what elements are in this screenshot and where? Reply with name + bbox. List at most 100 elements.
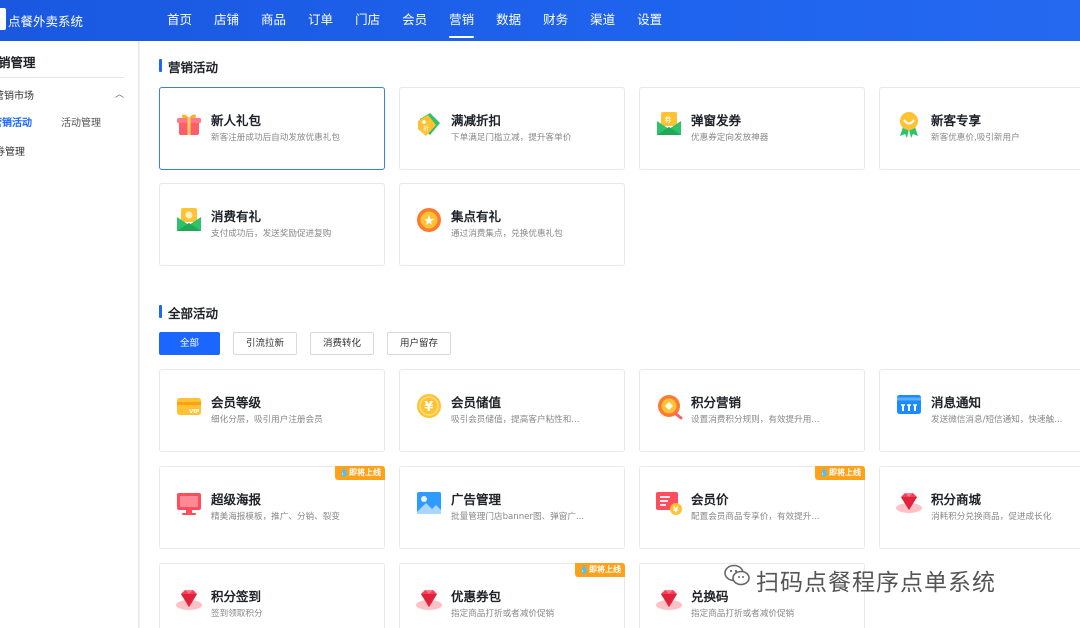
gem-icon <box>894 488 924 518</box>
reward-envelope-icon <box>174 205 204 235</box>
watermark-text: 扫码点餐程序点单系统 <box>756 570 996 596</box>
sidebar: 销管理 营销市场 ︿ 营销活动 活动管理 券管理 <box>0 41 139 628</box>
new-customer-badge-icon <box>894 109 924 139</box>
coupon-envelope-icon: 券 <box>654 109 684 139</box>
card-title: 弹窗发券 <box>691 113 742 128</box>
coming-soon-badge: 💧即将上线 <box>815 466 865 480</box>
wechat-icon <box>722 560 752 590</box>
card-description: 新客优惠价,吸引新用户 <box>931 133 1020 143</box>
section-title-all-activities: 全部活动 <box>159 303 218 322</box>
coming-soon-badge: 💧即将上线 <box>575 563 625 577</box>
vip-card-icon: VIP <box>174 391 204 421</box>
card-title: 新客专享 <box>931 113 982 128</box>
card-description: 发送微信消息/短信通知，快速触... <box>931 415 1063 425</box>
nav-item-settings[interactable]: 设置 <box>626 0 673 41</box>
card-description: 批量管理门店banner图、弹窗广... <box>451 512 585 522</box>
logo <box>0 8 6 30</box>
chevron-up-icon[interactable]: ︿ <box>115 87 124 100</box>
svg-text:¥: ¥ <box>424 400 433 415</box>
card-description: 通过消费集点，兑换优惠礼包 <box>451 229 563 239</box>
nav-item-marketing[interactable]: 营销 <box>438 0 485 41</box>
svg-text:券: 券 <box>665 115 672 124</box>
points-coin-icon <box>414 205 444 235</box>
card-title: 广告管理 <box>451 492 502 507</box>
activity-card-member-deposit[interactable]: ¥ 会员储值 吸引会员储值，提高客户粘性和... <box>399 369 625 452</box>
activity-card-spend-reward[interactable]: 消费有礼 支付成功后，发送奖励促进复购 <box>159 183 385 266</box>
card-description: 设置消费积分规则，有效提升用... <box>691 415 820 425</box>
top-navigation-bar: 点餐外卖系统 首页 店铺 商品 订单 门店 会员 营销 数据 财务 渠道 设置 <box>0 0 1080 41</box>
activity-card-popup-coupon[interactable]: 券 弹窗发券 优惠券定向发放神器 <box>639 87 865 170</box>
activity-card-message-notification[interactable]: 消息通知 发送微信消息/短信通知，快速触... <box>879 369 1080 452</box>
main-nav: 首页 店铺 商品 订单 门店 会员 营销 数据 财务 渠道 设置 <box>156 0 673 41</box>
card-title: 积分商城 <box>931 492 982 507</box>
main-content: 营销活动 新人礼包 新客注册成功后自动发放优惠礼包 折 满减折扣 下单满足门槛立… <box>140 41 1080 628</box>
activity-card-full-reduction[interactable]: 折 满减折扣 下单满足门槛立减，提升客单价 <box>399 87 625 170</box>
activity-card-super-poster[interactable]: 💧即将上线 超级海报 精美海报模板，推广、分销、裂变 <box>159 466 385 549</box>
activity-card-ad-management[interactable]: 广告管理 批量管理门店banner图、弹窗广... <box>399 466 625 549</box>
card-description: 配置会员商品专享价，有效提升... <box>691 512 820 522</box>
card-description: 优惠券定向发放神器 <box>691 133 769 143</box>
message-icon <box>894 391 924 421</box>
section-title-marketing: 营销活动 <box>159 57 218 76</box>
activity-card-new-customer-exclusive[interactable]: 新客专享 新客优惠价,吸引新用户 <box>879 87 1080 170</box>
activity-card-points-mall[interactable]: 积分商城 消耗积分兑换商品，促进成长化 <box>879 466 1080 549</box>
card-title: 新人礼包 <box>211 113 262 128</box>
gift-icon <box>174 109 204 139</box>
filter-all-button[interactable]: 全部 <box>159 332 221 355</box>
nav-item-orders[interactable]: 订单 <box>297 0 344 41</box>
sidebar-item-coupon-management[interactable]: 券管理 <box>0 143 25 158</box>
card-description: 支付成功后，发送奖励促进复购 <box>211 229 332 239</box>
poster-monitor-icon <box>174 488 204 518</box>
filter-retention-button[interactable]: 用户留存 <box>387 332 452 355</box>
card-title: 会员价 <box>691 492 729 507</box>
nav-item-shops[interactable]: 门店 <box>344 0 391 41</box>
card-title: 积分签到 <box>211 589 262 604</box>
sidebar-item-activity-management[interactable]: 活动管理 <box>61 114 101 129</box>
card-title: 超级海报 <box>211 492 262 507</box>
nav-item-finance[interactable]: 财务 <box>532 0 579 41</box>
ad-image-icon <box>414 488 444 518</box>
filter-conversion-button[interactable]: 消费转化 <box>310 332 375 355</box>
activity-card-points-checkin[interactable]: 积分签到 签到领取积分 <box>159 563 385 628</box>
card-description: 下单满足门槛立减，提升客单价 <box>451 133 572 143</box>
sidebar-group-marketing-market[interactable]: 营销市场 <box>0 87 34 102</box>
activity-filter-tabs: 全部 引流拉新 消费转化 用户留存 <box>159 332 452 355</box>
discount-tag-icon: 折 <box>414 109 444 139</box>
activity-card-member-price[interactable]: 💧即将上线 ¥ 会员价 配置会员商品专享价，有效提升... <box>639 466 865 549</box>
nav-item-home[interactable]: 首页 <box>156 0 203 41</box>
sidebar-item-marketing-activities[interactable]: 营销活动 <box>0 114 32 129</box>
nav-item-members[interactable]: 会员 <box>391 0 438 41</box>
nav-item-data[interactable]: 数据 <box>485 0 532 41</box>
card-description: 新客注册成功后自动发放优惠礼包 <box>211 133 340 143</box>
sidebar-divider <box>0 77 124 78</box>
nav-item-channels[interactable]: 渠道 <box>579 0 626 41</box>
nav-item-products[interactable]: 商品 <box>250 0 297 41</box>
card-title: 会员等级 <box>211 395 262 410</box>
activity-card-new-user-gift[interactable]: 新人礼包 新客注册成功后自动发放优惠礼包 <box>159 87 385 170</box>
activity-card-member-level[interactable]: VIP 会员等级 细化分层，吸引用户注册会员 <box>159 369 385 452</box>
card-description: 精美海报模板，推广、分销、裂变 <box>211 512 340 522</box>
gem-icon <box>654 585 684 615</box>
app-title: 点餐外卖系统 <box>8 14 84 29</box>
yuan-coin-icon: ¥ <box>414 391 444 421</box>
activity-card-points-marketing[interactable]: 积分营销 设置消费积分规则，有效提升用... <box>639 369 865 452</box>
svg-text:VIP: VIP <box>189 409 199 415</box>
card-title: 消费有礼 <box>211 209 262 224</box>
coming-soon-badge: 💧即将上线 <box>335 466 385 480</box>
card-title: 积分营销 <box>691 395 742 410</box>
card-description: 消耗积分兑换商品，促进成长化 <box>931 512 1052 522</box>
sidebar-title: 销管理 <box>0 55 36 70</box>
card-title: 会员储值 <box>451 395 502 410</box>
card-description: 细化分层，吸引用户注册会员 <box>211 415 323 425</box>
points-icon <box>654 391 684 421</box>
card-description: 签到领取积分 <box>211 609 263 619</box>
activity-card-coupon-pack[interactable]: 💧即将上线 优惠券包 指定商品打折或者减价促销 <box>399 563 625 628</box>
nav-item-store[interactable]: 店铺 <box>203 0 250 41</box>
member-price-icon: ¥ <box>654 488 684 518</box>
card-title: 消息通知 <box>931 395 982 410</box>
filter-acquisition-button[interactable]: 引流拉新 <box>233 332 298 355</box>
card-description: 指定商品打折或者减价促销 <box>451 609 555 619</box>
activity-card-points-gift[interactable]: 集点有礼 通过消费集点，兑换优惠礼包 <box>399 183 625 266</box>
gem-icon <box>174 585 204 615</box>
card-title: 满减折扣 <box>451 113 502 128</box>
